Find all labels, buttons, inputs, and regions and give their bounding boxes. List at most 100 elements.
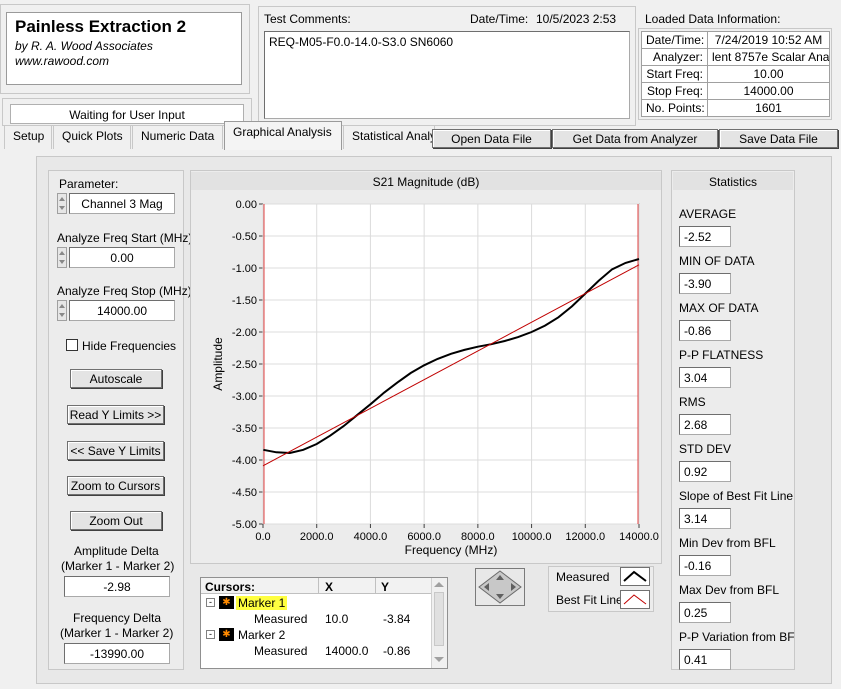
stop-freq-spinner[interactable]: [57, 300, 67, 321]
cursor-header-name: Cursors:: [205, 580, 256, 594]
autoscale-button[interactable]: Autoscale: [70, 369, 162, 388]
cursor-col-divider: [375, 578, 376, 594]
stat-value: -0.16: [679, 555, 731, 576]
marker-1-name[interactable]: Marker 1: [236, 596, 288, 610]
loaded-row: No. Points: 1601: [641, 99, 830, 117]
y-tick-label: -4.50: [232, 487, 257, 499]
comments-textarea[interactable]: REQ-M05-F0.0-14.0-S3.0 SN6060: [264, 31, 630, 119]
app-title-box: Painless Extraction 2 by R. A. Wood Asso…: [6, 12, 242, 85]
frequency-delta-sublabel: (Marker 1 - Marker 2): [60, 626, 174, 640]
legend-bestfit-swatch[interactable]: [620, 590, 650, 609]
amplitude-delta-label: Amplitude Delta: [74, 544, 159, 558]
loaded-label: No. Points:: [641, 99, 708, 117]
stat-value: -2.52: [679, 226, 731, 247]
tab-graphical-analysis[interactable]: Graphical Analysis: [224, 121, 342, 150]
loaded-label: Date/Time:: [641, 31, 708, 49]
marker-2-name[interactable]: Marker 2: [238, 628, 285, 642]
collapse-icon[interactable]: -: [206, 598, 215, 607]
zoom-to-cursors-button[interactable]: Zoom to Cursors: [67, 476, 164, 495]
frequency-delta-value: -13990.00: [64, 643, 170, 664]
x-tick-label: 6000.0: [407, 531, 441, 543]
parameter-spinner[interactable]: [57, 193, 67, 214]
x-tick-label: 8000.0: [461, 531, 495, 543]
y-tick-label: -0.50: [232, 231, 257, 243]
save-data-file-button[interactable]: Save Data File: [719, 129, 838, 148]
stat-label: P-P Variation from BF: [679, 630, 795, 644]
hide-frequencies-label: Hide Frequencies: [82, 339, 177, 353]
scroll-down-icon[interactable]: [434, 657, 444, 662]
tab-numeric-data[interactable]: Numeric Data: [132, 125, 223, 149]
chart[interactable]: 0.00 -0.50 -1.00 -1.50 -2.00 -2.50 -3.00 -3.50 -…: [190, 190, 662, 564]
hide-frequencies-checkbox[interactable]: [66, 339, 78, 351]
y-tick-label: -2.50: [232, 359, 257, 371]
amplitude-delta-sublabel: (Marker 1 - Marker 2): [61, 559, 175, 573]
scroll-up-icon[interactable]: [434, 582, 444, 587]
x-tick-label: 14000.0: [619, 531, 659, 543]
parameter-select[interactable]: Channel 3 Mag: [69, 193, 175, 214]
y-tick-label: 0.00: [236, 199, 257, 211]
legend-measured-swatch[interactable]: [620, 567, 650, 586]
datetime-label: Date/Time:: [470, 12, 529, 26]
marker-1-icon-cross: ✱: [222, 597, 231, 608]
frequency-delta-label: Frequency Delta: [73, 611, 162, 625]
x-tick-label: 12000.0: [565, 531, 605, 543]
loaded-value: lent 8757e Scalar Analy: [707, 48, 830, 66]
start-freq-label: Analyze Freq Start (MHz): [57, 231, 193, 245]
marker-1-sub: Measured: [254, 612, 308, 626]
save-y-limits-button[interactable]: << Save Y Limits: [67, 441, 164, 460]
graph-title: S21 Magnitude (dB): [191, 172, 661, 190]
y-tick-label: -1.00: [232, 263, 257, 275]
loaded-label: Stop Freq:: [641, 82, 708, 100]
legend-measured-label: Measured: [556, 570, 610, 584]
datetime-value: 10/5/2023 2:53: [536, 12, 617, 26]
y-axis-label: Amplitude: [211, 337, 225, 391]
stat-value: 3.04: [679, 367, 731, 388]
cursor-col-divider: [318, 578, 319, 594]
x-axis-label: Frequency (MHz): [405, 543, 498, 557]
stat-value: 2.68: [679, 414, 731, 435]
tab-setup[interactable]: Setup: [4, 125, 52, 149]
collapse-icon[interactable]: -: [206, 630, 215, 639]
cursor-move-pad[interactable]: [475, 568, 525, 606]
x-tick-label: 0.0: [255, 531, 270, 543]
stat-label: STD DEV: [679, 442, 732, 456]
loaded-info-title: Loaded Data Information:: [645, 12, 781, 26]
parameter-label: Parameter:: [59, 177, 119, 191]
x-tick-label: 10000.0: [512, 531, 552, 543]
y-tick-label: -3.00: [232, 391, 257, 403]
get-data-from-analyzer-button[interactable]: Get Data from Analyzer: [552, 129, 718, 148]
x-tick-label: 2000.0: [300, 531, 334, 543]
statistics-title: Statistics: [673, 172, 793, 190]
stat-label: Min Dev from BFL: [679, 536, 776, 550]
stat-value: 0.25: [679, 602, 731, 623]
loaded-value: 10.00: [707, 65, 830, 83]
tab-quick-plots[interactable]: Quick Plots: [53, 125, 131, 149]
marker-2-y: -0.86: [383, 644, 411, 658]
app-title: Painless Extraction 2: [15, 17, 187, 36]
marker-1-y: -3.84: [383, 612, 411, 626]
open-data-file-button[interactable]: Open Data File: [432, 129, 551, 148]
stat-label: MIN OF DATA: [679, 254, 755, 268]
stat-label: MAX OF DATA: [679, 301, 759, 315]
read-y-limits-button[interactable]: Read Y Limits >>: [67, 405, 164, 424]
stop-freq-label: Analyze Freq Stop (MHz): [57, 284, 192, 298]
zoom-out-button[interactable]: Zoom Out: [70, 511, 162, 530]
stat-label: Slope of Best Fit Line: [679, 489, 794, 503]
start-freq-spinner[interactable]: [57, 247, 67, 268]
scroll-thumb[interactable]: [434, 592, 444, 646]
loaded-row: Analyzer: lent 8757e Scalar Analy: [641, 48, 830, 66]
tab-statistical-analysis[interactable]: Statistical Analy: [343, 125, 435, 149]
y-tick-label: -2.00: [232, 327, 257, 339]
status-indicator: Waiting for User Input: [10, 104, 244, 124]
loaded-value: 1601: [707, 99, 830, 117]
stop-freq-input[interactable]: 14000.00: [69, 300, 175, 321]
stat-value: 3.14: [679, 508, 731, 529]
loaded-row: Stop Freq: 14000.00: [641, 82, 830, 100]
start-freq-input[interactable]: 0.00: [69, 247, 175, 268]
comments-label: Test Comments:: [264, 12, 351, 26]
app-website: www.rawood.com: [15, 54, 110, 68]
loaded-value: 7/24/2019 10:52 AM: [707, 31, 830, 49]
y-tick-label: -3.50: [232, 423, 257, 435]
stat-label: RMS: [679, 395, 706, 409]
x-tick-label: 4000.0: [354, 531, 388, 543]
